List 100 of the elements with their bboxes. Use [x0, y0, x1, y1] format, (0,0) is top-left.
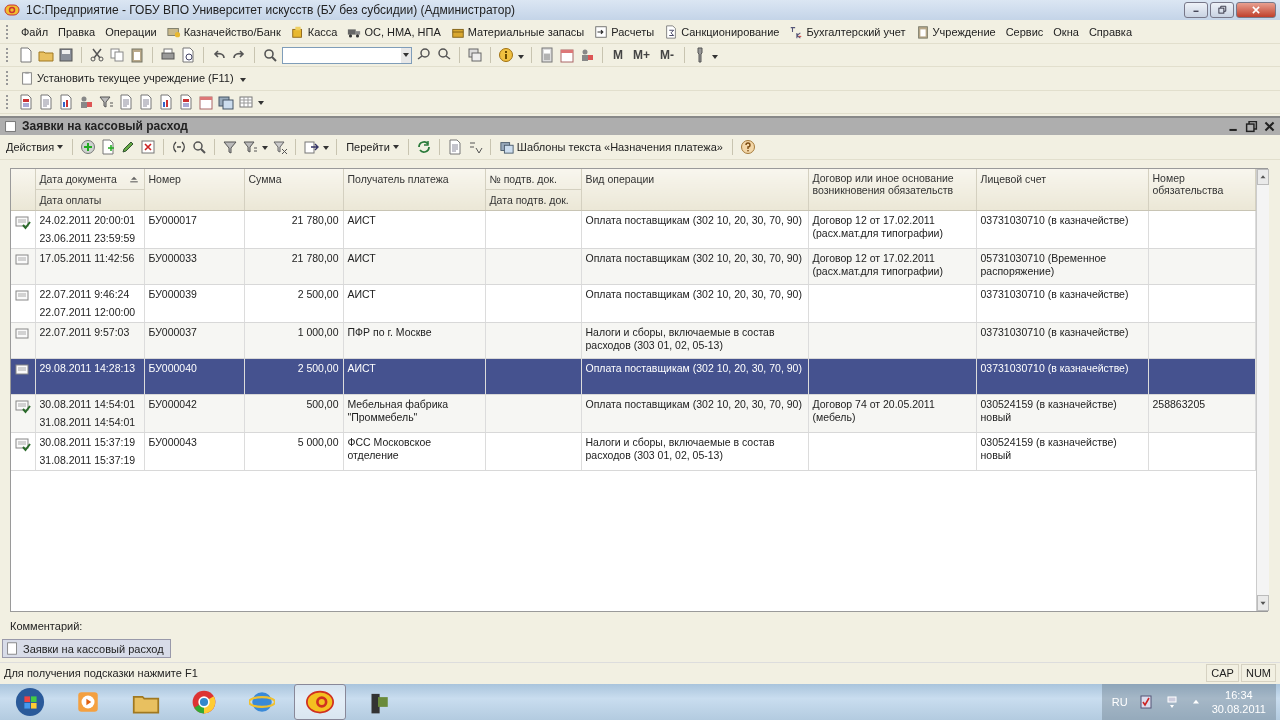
- chart-report-icon[interactable]: [58, 93, 74, 110]
- go-to-menu-button[interactable]: Перейти: [344, 139, 401, 154]
- table-cell-text: Оплата поставщикам (302 10, 20, 30, 70, 90): [585, 251, 803, 265]
- info-icon[interactable]: [498, 47, 514, 63]
- coins-icon: [290, 24, 305, 39]
- report-form-icon[interactable]: [178, 93, 194, 110]
- close-button[interactable]: [1236, 2, 1276, 19]
- accounting-icon: [789, 24, 804, 39]
- table-row[interactable]: 29.08.2011 14:28:13 БУ000040 2 500,00 АИСТ Оплата поставщикам (302 10, 20, 30, 70, 90) 03731030710 (в казначействе): [11, 358, 1255, 395]
- table-cell-text: БУ000043: [148, 435, 198, 449]
- chart-report-icon[interactable]: [158, 93, 174, 110]
- column-header[interactable]: № подтв. док.: [485, 168, 581, 189]
- memory-button[interactable]: M+: [630, 48, 653, 62]
- search-icon[interactable]: [262, 47, 278, 63]
- table-cell-text: 030524159 (в казначействе) новый: [980, 435, 1118, 462]
- calendar-icon[interactable]: [198, 93, 214, 110]
- scissors-icon[interactable]: [89, 47, 105, 63]
- printer-icon[interactable]: [160, 47, 176, 63]
- new-document-icon[interactable]: [18, 47, 34, 63]
- filter-icon[interactable]: [222, 138, 239, 155]
- templates-icon: [499, 139, 514, 154]
- windows-icon[interactable]: [467, 47, 483, 63]
- table-row[interactable]: 24.02.2011 20:00:01 23.06.2011 23:59:59 БУ000017 21 780,00 АИСТ Оплата поставщикам (302 10, 20, 30, 70, 90) Договор 12 от 17.02.2011 (расх.мат.для типографии) 03731030710 (в казначействе): [11, 210, 1255, 249]
- refresh-search-icon[interactable]: [191, 138, 208, 155]
- report-icon[interactable]: [118, 93, 134, 110]
- restore-button[interactable]: [1210, 2, 1234, 19]
- filter-list-icon[interactable]: [98, 93, 114, 110]
- list-icon[interactable]: [138, 93, 154, 110]
- menu-item[interactable]: Окна: [1050, 23, 1082, 40]
- table-cell-text: Договор 74 от 20.05.2011 (мебель): [812, 397, 936, 424]
- menu-item[interactable]: ОС, НМА, НПА: [344, 22, 444, 41]
- find-previous-icon[interactable]: [436, 47, 452, 63]
- settlement-icon: [594, 24, 609, 39]
- table-row[interactable]: 22.07.2011 9:46:24 22.07.2011 12:00:00 БУ000039 2 500,00 АИСТ Оплата поставщикам (302 10, 20, 30, 70, 90) 03731030710 (в казначействе): [11, 284, 1255, 323]
- users-icon[interactable]: [579, 47, 595, 63]
- filter-list-icon[interactable]: [242, 138, 259, 155]
- refresh-icon[interactable]: [415, 138, 432, 155]
- table-cell-text: 03731030710 (в казначействе): [980, 361, 1130, 375]
- clipboard-icon[interactable]: [129, 47, 145, 63]
- close-icon[interactable]: [1263, 119, 1276, 133]
- table-row[interactable]: 30.08.2011 15:37:19 31.08.2011 15:37:19 БУ000043 5 000,00 ФСС Московское отделение Налоги и сборы, включаемые в состав расходов (303 01, 02, 05-13) 030524159 (в казначействе) новый: [11, 432, 1255, 471]
- report-form-icon[interactable]: [18, 93, 34, 110]
- menu-item[interactable]: Операции: [102, 23, 160, 40]
- memory-button[interactable]: M-: [657, 48, 677, 62]
- table-row[interactable]: 17.05.2011 11:42:56 БУ000033 21 780,00 АИСТ Оплата поставщикам (302 10, 20, 30, 70, 90) Договор 12 от 17.02.2011 (расх.мат.для типографии) 05731030710 (Временное распоряжение): [11, 248, 1255, 285]
- table-report-icon[interactable]: [238, 93, 254, 110]
- memory-button[interactable]: M: [610, 48, 626, 62]
- minimize-button[interactable]: [1184, 2, 1208, 19]
- menu-item[interactable]: Расчеты: [591, 22, 658, 41]
- menu-item[interactable]: Санкционирование: [661, 22, 783, 41]
- column-header[interactable]: Дата документа: [35, 168, 144, 189]
- find-next-icon[interactable]: [416, 47, 432, 63]
- table-cell-text: АИСТ: [347, 361, 377, 375]
- calendar-icon[interactable]: [559, 47, 575, 63]
- calculator-icon[interactable]: [539, 47, 555, 63]
- menu-item[interactable]: Файл: [18, 23, 52, 40]
- print-preview-icon[interactable]: [180, 47, 196, 63]
- delete-mark-icon[interactable]: [140, 138, 157, 155]
- table-cell-text: БУ000037: [148, 325, 198, 339]
- clear-filter-icon[interactable]: [272, 138, 289, 155]
- table-cell-text: АИСТ: [347, 213, 377, 227]
- table-cell-text: Оплата поставщикам (302 10, 20, 30, 70, 90): [585, 213, 803, 227]
- menu-item[interactable]: Учреждение: [912, 22, 999, 41]
- menu-item[interactable]: Касса: [287, 22, 341, 41]
- menu-item[interactable]: Материальные запасы: [447, 22, 588, 41]
- table-row[interactable]: [11, 394, 1255, 433]
- flag-icon[interactable]: [1137, 693, 1154, 710]
- add-icon[interactable]: [80, 138, 97, 155]
- payment-date: 23.06.2011 23:59:59: [39, 231, 137, 245]
- window-tab[interactable]: Заявки на кассовый расход: [2, 639, 171, 659]
- sum-document-icon: [664, 24, 679, 39]
- key-indicator: CAP: [1206, 663, 1239, 682]
- menu-item[interactable]: Казначейство/Банк: [163, 22, 284, 41]
- column-subheader[interactable]: Дата оплаты: [35, 188, 144, 210]
- restore-icon[interactable]: [1245, 119, 1258, 133]
- payment-date: 31.08.2011 15:37:19: [39, 453, 137, 467]
- browser-icon: [191, 688, 217, 715]
- table-cell-text: Оплата поставщикам (302 10, 20, 30, 70, 90): [585, 361, 803, 375]
- table-cell-text: Налоги и сборы, включаемые в состав расходов (303 01, 02, 05-13): [585, 325, 776, 352]
- actions-menu-button[interactable]: Действия: [4, 139, 66, 154]
- menu-item[interactable]: Бухгалтерский учет: [786, 22, 909, 41]
- menu-item[interactable]: Правка: [55, 23, 99, 40]
- help-icon[interactable]: [739, 138, 756, 155]
- list-icon[interactable]: [446, 138, 463, 155]
- document-icon: [4, 119, 17, 133]
- table-row[interactable]: 22.07.2011 9:57:03 БУ000037 1 000,00 ПФР по г. Москве Налоги и сборы, включаемые в состав расходов (303 01, 02, 05-13) 03731030710 (в казначействе): [11, 322, 1255, 359]
- templates-button[interactable]: Шаблоны текста «Назначения платежа»: [497, 138, 725, 155]
- menu-item[interactable]: Справка: [1085, 23, 1136, 40]
- export-icon[interactable]: [303, 138, 320, 155]
- set-institution-button[interactable]: Установить текущее учреждение (F11): [18, 70, 236, 87]
- search-field[interactable]: [282, 46, 412, 64]
- menu-item[interactable]: Сервис: [1002, 23, 1047, 40]
- table-cell-text: 5 000,00: [296, 435, 339, 449]
- document-date: 30.08.2011 15:37:19: [39, 435, 137, 449]
- table-cell-text: Мебельная фабрика "Проммебель": [347, 397, 450, 424]
- column-subheader[interactable]: Дата подтв. док.: [485, 188, 581, 210]
- templates-icon[interactable]: [218, 93, 234, 110]
- report-icon[interactable]: [38, 93, 54, 110]
- save-icon[interactable]: [58, 47, 74, 63]
- document-date: 24.02.2011 20:00:01: [39, 213, 137, 227]
